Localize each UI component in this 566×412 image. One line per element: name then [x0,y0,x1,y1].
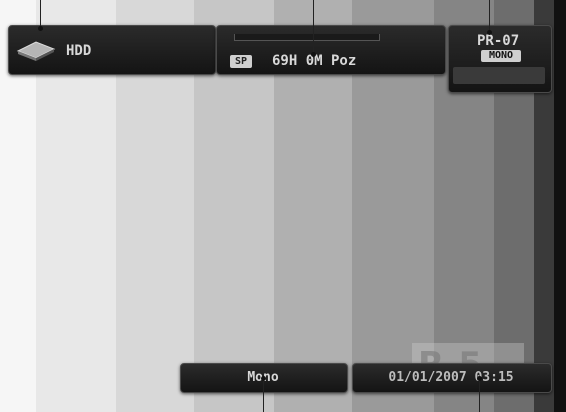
channel-number: PR-07 [477,33,520,49]
pointer-line-datetime [479,378,480,412]
pointer-dot-media [38,26,43,31]
datetime-text: 01/01/2007 03:15 [388,370,514,385]
test-pattern-bar [554,0,566,412]
channel-empty-field [453,67,545,84]
pointer-line-channel [489,0,490,32]
pointer-dot-channel [487,30,492,35]
pointer-line-record [313,0,314,54]
pointer-dot-record [311,52,316,57]
record-mode-badge: SP [230,55,252,68]
pointer-line-audio [263,378,264,412]
pointer-line-media [40,0,41,28]
record-progress-track [234,34,380,41]
hdd-disk-icon [16,41,56,61]
pointer-dot-datetime [477,376,482,381]
audio-badge: MONO [481,50,521,62]
pointer-dot-audio [261,376,266,381]
media-label: HDD [66,43,92,59]
